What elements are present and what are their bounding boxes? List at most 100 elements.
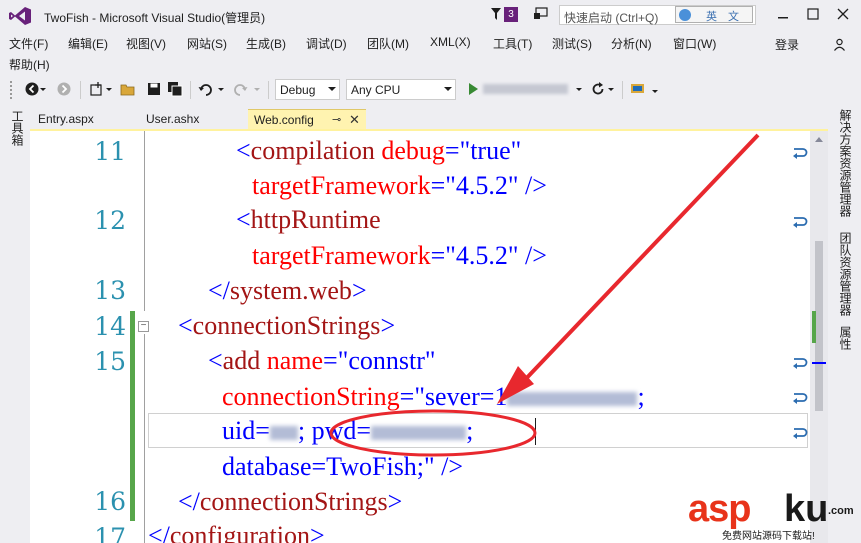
editor-vertical-scrollbar[interactable]: [810, 131, 828, 543]
word-wrap-glyph-icon: [793, 217, 808, 228]
code-line-12b: targetFramework="4.5.2" />: [252, 241, 547, 270]
login-link[interactable]: 登录: [775, 36, 799, 53]
new-dropdown-icon[interactable]: [104, 81, 114, 97]
watermark-tld: .com: [828, 505, 854, 517]
line-number: 12: [94, 206, 126, 235]
menu-website[interactable]: 网站(S): [187, 35, 227, 52]
user-icon[interactable]: [833, 38, 846, 51]
tab-label: Entry.aspx: [38, 112, 94, 126]
site-watermark: asp ku .com 免费网站源码下载站!: [688, 488, 858, 542]
tab-user-ashx[interactable]: User.ashx: [140, 109, 240, 131]
scrollbar-caret-marker: [812, 362, 826, 364]
notification-badge[interactable]: 3: [504, 7, 518, 22]
menu-team[interactable]: 团队(M): [367, 35, 409, 52]
chevron-down-icon: [328, 87, 336, 91]
watermark-tagline: 免费网站源码下载站!: [722, 531, 815, 542]
refresh-icon[interactable]: [590, 81, 606, 97]
ime-logo-icon: [679, 9, 691, 21]
pin-tab-icon[interactable]: ⊸: [332, 113, 341, 126]
back-dropdown-icon[interactable]: [38, 81, 48, 97]
platform-select[interactable]: Any CPU: [346, 79, 456, 100]
code-line-12a: <httpRuntime: [236, 205, 381, 234]
menu-edit[interactable]: 编辑(E): [68, 35, 108, 52]
password-redacted: [371, 426, 467, 441]
tab-team-explorer[interactable]: 团队资源管理器: [837, 232, 854, 316]
line-number: 17: [94, 523, 126, 543]
ime-label: 英 文: [706, 11, 744, 23]
toolbox-tab[interactable]: 工具箱: [9, 110, 26, 146]
collapse-region-icon[interactable]: −: [138, 321, 149, 332]
refresh-dropdown-icon[interactable]: [606, 81, 616, 97]
close-window-icon[interactable]: [833, 6, 853, 22]
toolbar-separator: [268, 81, 269, 99]
code-line-13: </system.web>: [208, 276, 367, 305]
scrollbar-thumb[interactable]: [815, 241, 823, 411]
code-line-17: </configuration>: [148, 521, 325, 543]
server-ip-redacted: [507, 392, 638, 407]
title-bar: TwoFish - Microsoft Visual Studio(管理员) 3…: [0, 0, 861, 32]
ime-indicator[interactable]: 英 文: [675, 6, 753, 23]
save-icon[interactable]: [146, 81, 162, 97]
line-number: 11: [94, 137, 126, 166]
menu-build[interactable]: 生成(B): [246, 35, 286, 52]
feedback-icon[interactable]: [533, 6, 549, 22]
text-caret: [535, 418, 536, 445]
menu-debug[interactable]: 调试(D): [306, 35, 347, 52]
start-debug-icon[interactable]: [465, 81, 481, 97]
word-wrap-glyph-icon: [793, 428, 808, 439]
toolbar-grip[interactable]: [10, 81, 14, 99]
scrollbar-change-marker: [812, 311, 816, 343]
configuration-select[interactable]: Debug: [275, 79, 340, 100]
menu-file[interactable]: 文件(F): [9, 35, 48, 52]
menu-test[interactable]: 测试(S): [552, 35, 592, 52]
maximize-icon[interactable]: [803, 6, 823, 22]
tab-web-config[interactable]: Web.config ⊸ ✕: [248, 109, 366, 131]
menu-tools[interactable]: 工具(T): [493, 35, 532, 52]
menu-view[interactable]: 视图(V): [126, 35, 166, 52]
browser-link-icon[interactable]: [630, 81, 646, 97]
browser-target-redacted[interactable]: [483, 84, 568, 94]
redo-icon[interactable]: [232, 81, 248, 97]
menu-xml[interactable]: XML(X): [430, 35, 471, 49]
window-title: TwoFish - Microsoft Visual Studio(管理员): [44, 11, 266, 25]
left-tool-strip: 工具箱: [0, 104, 30, 543]
platform-value: Any CPU: [351, 83, 401, 97]
forward-icon[interactable]: [56, 81, 72, 97]
close-tab-icon[interactable]: ✕: [349, 112, 360, 128]
standard-toolbar: Debug Any CPU: [0, 76, 861, 104]
outline-guide: [144, 131, 145, 311]
word-wrap-glyph-icon: [793, 148, 808, 159]
code-line-11a: <compilation debug="true": [236, 136, 522, 165]
code-line-15c: uid=; pwd=;: [222, 416, 474, 445]
visual-studio-logo-icon: [9, 7, 31, 25]
watermark-brand-asp: asp: [688, 488, 751, 530]
chevron-down-icon: [444, 87, 452, 91]
menu-help[interactable]: 帮助(H): [9, 56, 50, 73]
tab-label: Web.config: [254, 113, 314, 127]
menu-analyze[interactable]: 分析(N): [611, 35, 652, 52]
tab-entry-aspx[interactable]: Entry.aspx: [32, 109, 128, 131]
browser-dropdown-icon[interactable]: [574, 81, 584, 97]
line-number: 15: [94, 347, 126, 376]
save-all-icon[interactable]: [167, 81, 183, 97]
undo-dropdown-icon[interactable]: [216, 81, 226, 97]
new-project-icon[interactable]: [88, 81, 104, 97]
tab-solution-explorer[interactable]: 解决方案资源管理器: [837, 109, 854, 217]
redo-dropdown-icon[interactable]: [252, 81, 262, 97]
code-line-15a: <add name="connstr": [208, 346, 436, 375]
toolbar-separator: [622, 81, 623, 99]
undo-icon[interactable]: [198, 81, 214, 97]
configuration-value: Debug: [280, 83, 316, 97]
toolbar-overflow-icon[interactable]: [650, 81, 660, 97]
open-file-icon[interactable]: [120, 81, 136, 97]
minimize-icon[interactable]: [773, 6, 793, 22]
menu-window[interactable]: 窗口(W): [673, 35, 716, 52]
code-line-14: <connectionStrings>: [178, 311, 396, 340]
document-tab-bar: Entry.aspx User.ashx Web.config ⊸ ✕: [30, 104, 828, 131]
tab-properties[interactable]: 属性: [837, 326, 854, 350]
code-editor[interactable]: 11 12 13 14 15 16 17 − <compilation debu…: [30, 131, 828, 543]
filter-flag-icon[interactable]: [490, 7, 502, 21]
scroll-up-arrow-icon[interactable]: [815, 137, 823, 142]
code-line-15b: connectionString="sever=1;: [222, 382, 645, 411]
uid-redacted: [269, 426, 298, 441]
